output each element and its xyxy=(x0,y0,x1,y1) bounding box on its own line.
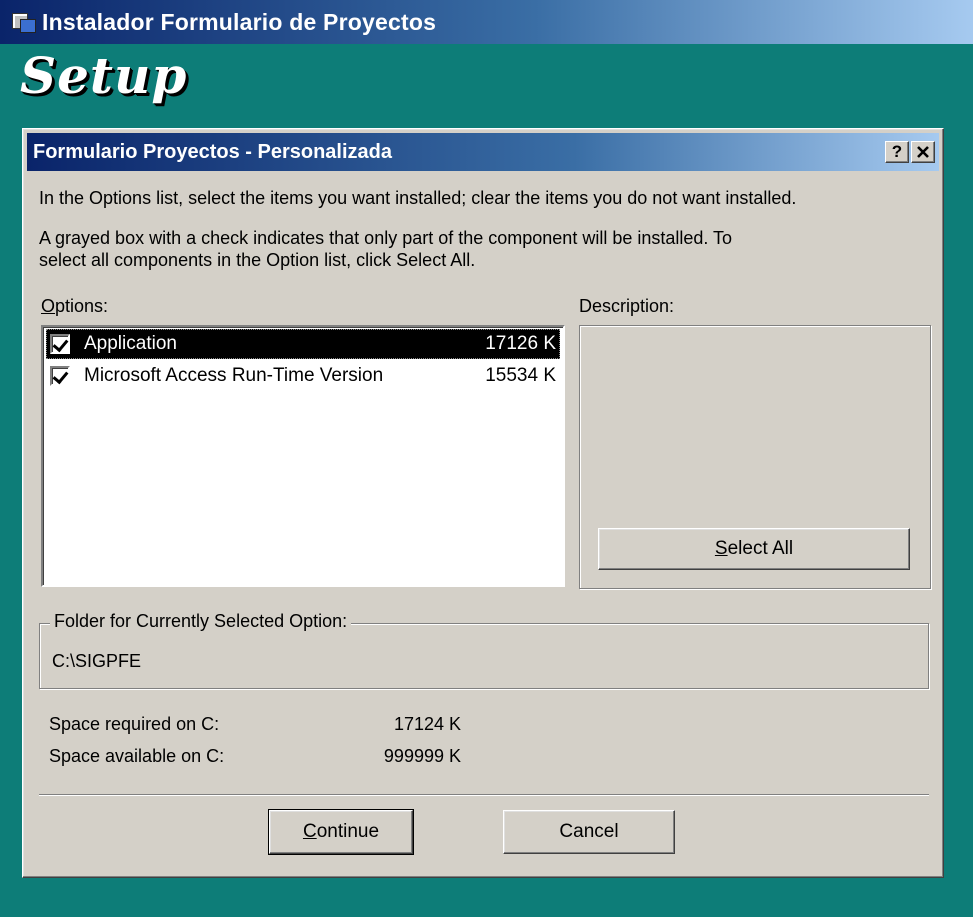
options-list[interactable]: Application 17126 K Microsoft Access Run… xyxy=(41,325,565,587)
custom-install-dialog: Formulario Proyectos - Personalizada ? I… xyxy=(22,128,944,878)
close-button[interactable] xyxy=(911,141,935,163)
installer-title-bar: Instalador Formulario de Proyectos xyxy=(0,0,973,44)
space-available-value: 999999 K xyxy=(383,746,461,766)
close-icon xyxy=(917,146,929,158)
option-access-runtime[interactable]: Microsoft Access Run-Time Version 15534 … xyxy=(46,361,560,391)
options-label: Options: xyxy=(41,296,109,316)
option-application-checkbox[interactable] xyxy=(50,334,70,354)
continue-button[interactable]: Continue xyxy=(268,809,414,855)
description-label: Description: xyxy=(579,296,675,316)
option-size: 17126 K xyxy=(485,333,556,354)
option-label: Application xyxy=(84,333,177,354)
instruction-text-2-line2: select all components in the Option list… xyxy=(39,250,476,270)
instruction-text-1: In the Options list, select the items yo… xyxy=(39,188,797,208)
folder-group-label: Folder for Currently Selected Option: xyxy=(50,611,352,632)
instruction-text-2-line1: A grayed box with a check indicates that… xyxy=(39,228,733,248)
description-box: Select All xyxy=(579,325,931,589)
select-all-button[interactable]: Select All xyxy=(598,528,910,570)
option-label: Microsoft Access Run-Time Version xyxy=(84,365,384,386)
option-application[interactable]: Application 17126 K xyxy=(46,329,560,359)
installer-app-icon xyxy=(10,9,36,35)
footer-separator xyxy=(39,794,929,796)
option-size: 15534 K xyxy=(485,365,556,386)
folder-path: C:\SIGPFE xyxy=(52,651,142,671)
dialog-title: Formulario Proyectos - Personalizada xyxy=(33,140,392,163)
space-required-value: 17124 K xyxy=(393,714,461,734)
cancel-button[interactable]: Cancel xyxy=(503,810,675,854)
option-access-runtime-checkbox[interactable] xyxy=(50,366,70,386)
help-button[interactable]: ? xyxy=(885,141,909,163)
dialog-title-bar[interactable]: Formulario Proyectos - Personalizada ? xyxy=(27,133,939,171)
setup-heading: Setup xyxy=(20,46,188,105)
folder-group: Folder for Currently Selected Option: C:… xyxy=(39,611,929,689)
installer-title: Instalador Formulario de Proyectos xyxy=(42,8,437,35)
